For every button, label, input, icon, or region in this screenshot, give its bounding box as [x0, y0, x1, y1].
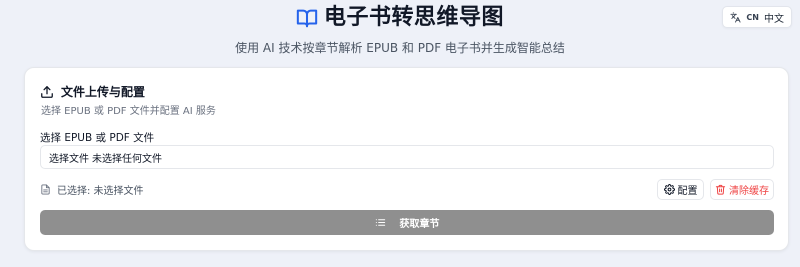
- selected-file-row: 已选择: 未选择文件: [40, 182, 144, 197]
- file-field-label: 选择 EPUB 或 PDF 文件: [40, 132, 155, 144]
- card-title: 文件上传与配置: [40, 83, 145, 100]
- book-open-icon: [296, 7, 318, 29]
- upload-icon: [40, 85, 54, 99]
- selected-file-text: 已选择: 未选择文件: [57, 186, 144, 197]
- gear-icon: [663, 184, 675, 195]
- upload-config-card: 文件上传与配置 选择 EPUB 或 PDF 文件并配置 AI 服务 选择 EPU…: [24, 67, 789, 251]
- clear-cache-button[interactable]: 清除缓存: [710, 179, 774, 200]
- file-text-icon: [40, 184, 51, 195]
- card-description: 选择 EPUB 或 PDF 文件并配置 AI 服务: [41, 106, 216, 117]
- page-header: 电子书转思维导图 使用 AI 技术按章节解析 EPUB 和 PDF 电子书并生成…: [0, 3, 800, 56]
- file-status-text: 未选择任何文件: [92, 153, 162, 165]
- choose-file-button[interactable]: 选择文件: [49, 150, 89, 165]
- title-row: 电子书转思维导图: [0, 3, 800, 33]
- trash-icon: [715, 184, 726, 195]
- config-button[interactable]: 配置: [657, 179, 704, 200]
- page-title: 电子书转思维导图: [323, 5, 504, 30]
- fetch-chapters-label: 获取章节: [399, 219, 440, 230]
- list-icon: [375, 217, 386, 228]
- clear-cache-label: 清除缓存: [729, 186, 769, 197]
- file-input[interactable]: 选择文件 未选择任何文件: [40, 145, 774, 169]
- config-button-label: 配置: [677, 186, 698, 197]
- fetch-chapters-button[interactable]: 获取章节: [40, 210, 774, 235]
- card-title-text: 文件上传与配置: [61, 85, 146, 99]
- page-subtitle: 使用 AI 技术按章节解析 EPUB 和 PDF 电子书并生成智能总结: [235, 41, 565, 55]
